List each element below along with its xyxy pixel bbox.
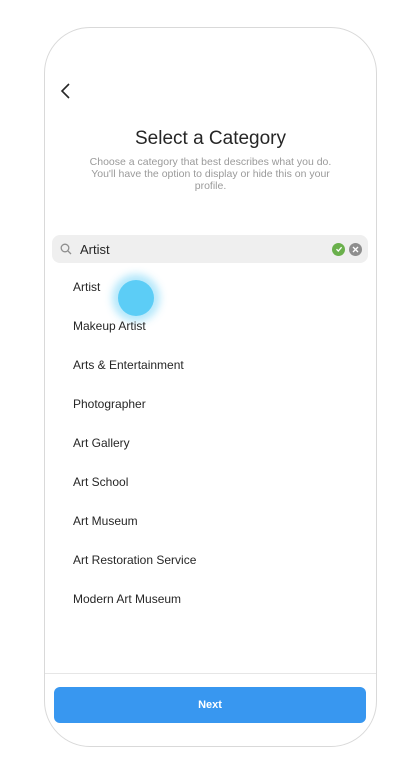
chevron-left-icon	[60, 83, 70, 99]
category-label: Arts & Entertainment	[73, 357, 184, 372]
category-item-art-restoration-service[interactable]: Art Restoration Service	[45, 540, 376, 579]
category-item-art-gallery[interactable]: Art Gallery	[45, 423, 376, 462]
category-list: Artist Makeup Artist Arts & Entertainmen…	[45, 267, 376, 618]
category-item-photographer[interactable]: Photographer	[45, 384, 376, 423]
category-label: Artist	[73, 279, 101, 294]
category-item-modern-art-museum[interactable]: Modern Art Museum	[45, 579, 376, 618]
category-label: Art Restoration Service	[73, 552, 197, 567]
category-label: Art Museum	[73, 513, 138, 528]
next-button[interactable]: Next	[54, 687, 366, 723]
category-label: Art Gallery	[73, 435, 130, 450]
page-subtitle: Choose a category that best describes wh…	[89, 156, 332, 192]
category-label: Photographer	[73, 396, 146, 411]
search-bar[interactable]	[52, 235, 368, 263]
search-input[interactable]	[80, 235, 332, 263]
clear-icon[interactable]	[349, 242, 362, 256]
page-title: Select a Category	[134, 128, 287, 149]
category-label: Makeup Artist	[73, 318, 146, 333]
back-button[interactable]	[55, 80, 77, 102]
category-label: Art School	[73, 474, 129, 489]
footer-divider	[45, 673, 376, 674]
category-item-makeup-artist[interactable]: Makeup Artist	[45, 306, 376, 345]
check-circle-icon	[332, 242, 345, 256]
category-label: Modern Art Museum	[73, 591, 182, 606]
category-item-arts-entertainment[interactable]: Arts & Entertainment	[45, 345, 376, 384]
category-item-art-museum[interactable]: Art Museum	[45, 501, 376, 540]
phone-frame: Select a Category Choose a category that…	[44, 27, 377, 747]
search-icon	[52, 235, 80, 263]
category-item-artist[interactable]: Artist	[45, 267, 376, 316]
category-item-art-school[interactable]: Art School	[45, 462, 376, 501]
